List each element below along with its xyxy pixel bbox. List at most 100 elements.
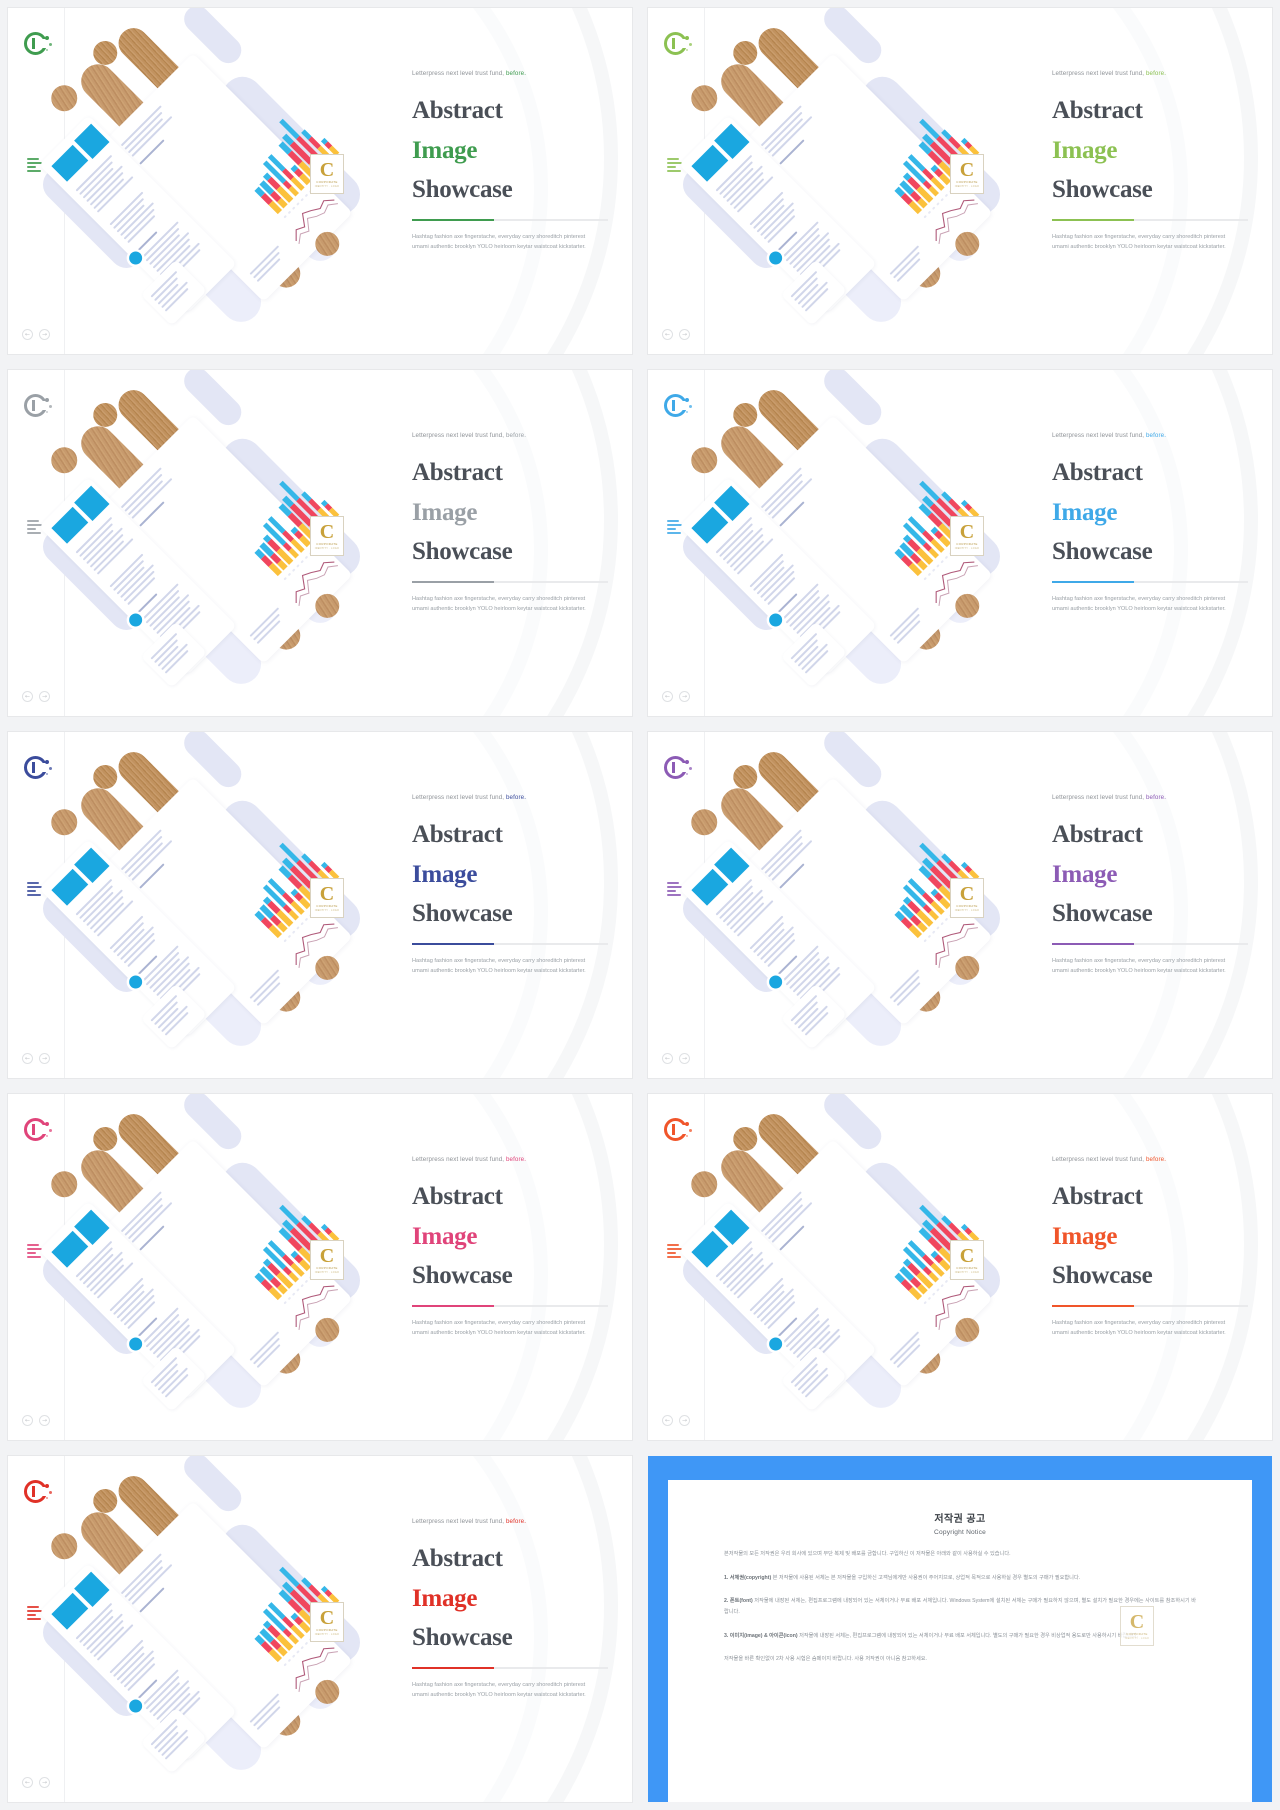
axis-tick bbox=[940, 197, 944, 202]
nav-next-button[interactable]: → bbox=[39, 329, 50, 340]
headline-line-3: Showcase bbox=[412, 900, 513, 928]
axis-tick bbox=[296, 202, 300, 206]
slide-panel-9[interactable]: C CORPORATE IDENTITY · LOGO Letterpress nex… bbox=[8, 1456, 632, 1802]
text-line-dark bbox=[136, 231, 158, 253]
accent-divider bbox=[1052, 218, 1248, 221]
axis-tick bbox=[300, 1283, 304, 1288]
axis-tick bbox=[304, 555, 308, 559]
brand-logo-icon bbox=[24, 394, 52, 420]
brand-logo-icon bbox=[24, 1480, 52, 1506]
axis-tick bbox=[296, 564, 300, 568]
axis-tick bbox=[923, 938, 927, 943]
slide-panel-3[interactable]: C CORPORATE IDENTITY · LOGO Letterpress nex… bbox=[8, 370, 632, 716]
copyright-title-en: Copyright Notice bbox=[934, 1529, 986, 1536]
nav-next-button[interactable]: → bbox=[679, 329, 690, 340]
axis-tick bbox=[283, 938, 287, 943]
headline-line-2: Image bbox=[412, 136, 478, 164]
slide-nav[interactable]: ← → bbox=[662, 329, 690, 340]
logo-sub: CORPORATE bbox=[316, 903, 338, 908]
caption-line-1: Hashtag fashion axe fingerstache, everyd… bbox=[412, 957, 586, 964]
slide-nav[interactable]: ← → bbox=[662, 1053, 690, 1064]
logo-sub2: IDENTITY · LOGO bbox=[314, 546, 340, 550]
isometric-illustration: C CORPORATE IDENTITY · LOGO bbox=[35, 1456, 369, 1779]
accent-divider bbox=[412, 580, 608, 583]
slide-panel-1[interactable]: C CORPORATE IDENTITY · LOGO Letterpress nex… bbox=[8, 8, 632, 354]
copyright-intro: 본저작물의 모든 저작권은 우리 회사에 있으며 무단 복제 및 배포를 금합니… bbox=[724, 1551, 1011, 1557]
copyright-notice-panel[interactable]: 저작권 공고 Copyright Notice 본저작물의 모든 저작권은 우리… bbox=[648, 1456, 1272, 1802]
nav-next-button[interactable]: → bbox=[679, 1415, 690, 1426]
slide-panel-2[interactable]: C CORPORATE IDENTITY · LOGO Letterpress nex… bbox=[648, 8, 1272, 354]
nav-prev-button[interactable]: ← bbox=[662, 329, 673, 340]
text-line-dark bbox=[776, 1317, 798, 1339]
slide-text-block: Letterpress next level trust fund, befor… bbox=[412, 70, 608, 253]
nav-prev-button[interactable]: ← bbox=[22, 329, 33, 340]
corporate-logo-card: C CORPORATE IDENTITY · LOGO bbox=[950, 878, 984, 918]
axis-tick bbox=[300, 921, 304, 926]
text-line bbox=[127, 480, 163, 516]
logo-sub: CORPORATE bbox=[316, 1265, 338, 1270]
text-line-dark bbox=[136, 1679, 158, 1701]
copyright-item-1-text: 본 저작물에 사용된 서체는 본 저작물을 구입하신 고객님에게만 사용권이 주… bbox=[772, 1574, 1081, 1581]
slide-nav[interactable]: ← → bbox=[662, 1415, 690, 1426]
slide-panel-8[interactable]: C CORPORATE IDENTITY · LOGO Letterpress nex… bbox=[648, 1094, 1272, 1440]
nav-next-button[interactable]: → bbox=[39, 1415, 50, 1426]
grid-cell: C CORPORATE IDENTITY · LOGO Letterpress nex… bbox=[0, 362, 640, 724]
grid-cell: C CORPORATE IDENTITY · LOGO Letterpress nex… bbox=[640, 724, 1280, 1086]
slide-panel-4[interactable]: C CORPORATE IDENTITY · LOGO Letterpress nex… bbox=[648, 370, 1272, 716]
copyright-item-3-label: 3. 이미지(image) & 아이콘(icon) bbox=[724, 1632, 798, 1639]
axis-tick bbox=[936, 564, 940, 568]
slide-nav[interactable]: ← → bbox=[22, 329, 50, 340]
slide-nav[interactable]: ← → bbox=[662, 691, 690, 702]
isometric-illustration: C CORPORATE IDENTITY · LOGO bbox=[35, 1094, 369, 1417]
grid-cell: C CORPORATE IDENTITY · LOGO Letterpress nex… bbox=[640, 1086, 1280, 1448]
logo-letter: C bbox=[959, 1244, 975, 1267]
text-line bbox=[127, 118, 163, 154]
nav-prev-button[interactable]: ← bbox=[662, 691, 673, 702]
nav-prev-button[interactable]: ← bbox=[22, 1415, 33, 1426]
isometric-illustration: C CORPORATE IDENTITY · LOGO bbox=[35, 732, 369, 1055]
slide-nav[interactable]: ← → bbox=[22, 1053, 50, 1064]
slide-panel-6[interactable]: C CORPORATE IDENTITY · LOGO Letterpress nex… bbox=[648, 732, 1272, 1078]
slide-nav[interactable]: ← → bbox=[22, 1415, 50, 1426]
headline-line-2: Image bbox=[1052, 1222, 1118, 1250]
nav-prev-button[interactable]: ← bbox=[662, 1415, 673, 1426]
axis-tick bbox=[931, 930, 936, 934]
kicker-text: Letterpress next level trust fund, befor… bbox=[1052, 70, 1167, 77]
corporate-logo-card: C CORPORATE IDENTITY · LOGO bbox=[310, 878, 344, 918]
axis-tick bbox=[944, 193, 948, 197]
kicker-text: Letterpress next level trust fund, befor… bbox=[1052, 1156, 1167, 1163]
brand-logo-icon bbox=[664, 32, 692, 58]
logo-sub: CORPORATE bbox=[316, 541, 338, 546]
caption-line-2: umami authentic brooklyn YOLO heirloom k… bbox=[412, 1330, 586, 1337]
axis-tick bbox=[940, 559, 944, 564]
nav-prev-button[interactable]: ← bbox=[22, 1053, 33, 1064]
nav-prev-button[interactable]: ← bbox=[22, 1777, 33, 1788]
nav-next-button[interactable]: → bbox=[679, 691, 690, 702]
isometric-illustration: C CORPORATE IDENTITY · LOGO bbox=[675, 370, 1009, 693]
logo-letter: C bbox=[319, 1606, 335, 1629]
accent-divider bbox=[412, 1666, 608, 1669]
slide-panel-7[interactable]: C CORPORATE IDENTITY · LOGO Letterpress nex… bbox=[8, 1094, 632, 1440]
nav-prev-button[interactable]: ← bbox=[662, 1053, 673, 1064]
slide-text-block: Letterpress next level trust fund, befor… bbox=[1052, 432, 1248, 615]
axis-tick bbox=[296, 1288, 300, 1292]
nav-next-button[interactable]: → bbox=[39, 1777, 50, 1788]
grid-cell: C CORPORATE IDENTITY · LOGO Letterpress nex… bbox=[0, 724, 640, 1086]
caption-line-1: Hashtag fashion axe fingerstache, everyd… bbox=[412, 1681, 586, 1688]
nav-next-button[interactable]: → bbox=[39, 691, 50, 702]
slide-nav[interactable]: ← → bbox=[22, 1777, 50, 1788]
caption-line-2: umami authentic brooklyn YOLO heirloom k… bbox=[1052, 1330, 1226, 1337]
slide-nav[interactable]: ← → bbox=[22, 691, 50, 702]
axis-tick bbox=[291, 1292, 296, 1296]
logo-sub2: IDENTITY · LOGO bbox=[954, 184, 980, 188]
kicker-accent: before. bbox=[505, 432, 527, 439]
nav-prev-button[interactable]: ← bbox=[22, 691, 33, 702]
corporate-logo-card: C CORPORATE IDENTITY · LOGO bbox=[310, 1602, 344, 1642]
logo-letter: C bbox=[319, 882, 335, 905]
slide-panel-5[interactable]: C CORPORATE IDENTITY · LOGO Letterpress nex… bbox=[8, 732, 632, 1078]
nav-next-button[interactable]: → bbox=[39, 1053, 50, 1064]
accent-divider bbox=[1052, 1304, 1248, 1307]
nav-next-button[interactable]: → bbox=[679, 1053, 690, 1064]
kicker-accent: before. bbox=[1145, 794, 1167, 801]
headline-line-3: Showcase bbox=[1052, 538, 1153, 566]
